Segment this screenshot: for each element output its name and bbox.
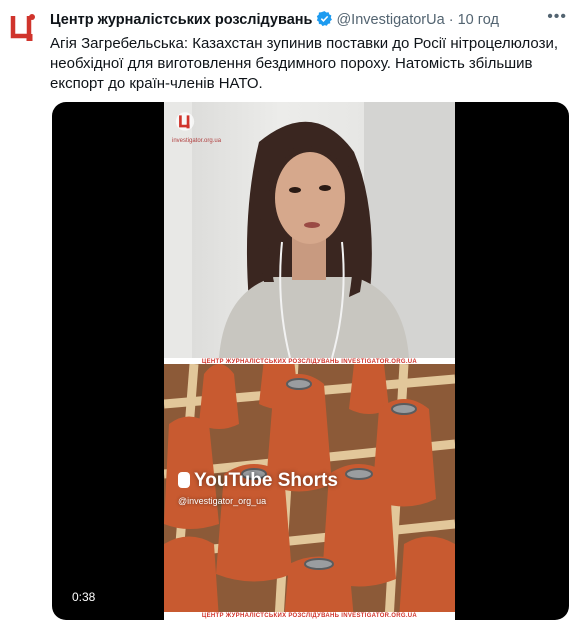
channel-logo-icon bbox=[175, 112, 195, 131]
verified-badge-icon bbox=[317, 11, 333, 27]
video-frame[interactable]: investigator.org.ua ЦЕНТР ЖУРНАЛІСТСЬКИХ… bbox=[164, 102, 455, 620]
tweet[interactable]: Центр журналістських розслідувань @Invest… bbox=[0, 0, 587, 628]
watermark-site: investigator.org.ua bbox=[172, 138, 222, 144]
youtube-shorts-text: YouTube Shorts bbox=[194, 470, 338, 491]
avatar[interactable] bbox=[10, 12, 36, 46]
tweet-header: Центр журналістських розслідувань @Invest… bbox=[50, 8, 573, 30]
author-name[interactable]: Центр журналістських розслідувань bbox=[50, 12, 312, 28]
more-options-icon[interactable]: ••• bbox=[547, 8, 567, 26]
youtube-handle: @investigator_org_ua bbox=[178, 496, 267, 506]
channel-banner-bottom: ЦЕНТР ЖУРНАЛІСТСЬКИХ РОЗСЛІДУВАНЬ INVEST… bbox=[164, 612, 455, 620]
author-handle[interactable]: @InvestigatorUa bbox=[336, 12, 444, 28]
youtube-shorts-icon bbox=[178, 472, 190, 488]
video-player[interactable]: investigator.org.ua ЦЕНТР ЖУРНАЛІСТСЬКИХ… bbox=[52, 102, 569, 620]
timestamp[interactable]: 10 год bbox=[458, 12, 499, 28]
tweet-text: Агія Загребельська: Казахстан зупинив по… bbox=[50, 35, 559, 92]
separator-dot: · bbox=[448, 12, 454, 28]
video-duration: 0:38 bbox=[66, 588, 102, 606]
shells-illustration bbox=[164, 351, 455, 620]
youtube-shorts-label: YouTube Shorts bbox=[178, 470, 338, 492]
video-bottom-scene: ЦЕНТР ЖУРНАЛІСТСЬКИХ РОЗСЛІДУВАНЬ INVEST… bbox=[164, 351, 455, 620]
video-top-scene: investigator.org.ua bbox=[164, 102, 455, 359]
